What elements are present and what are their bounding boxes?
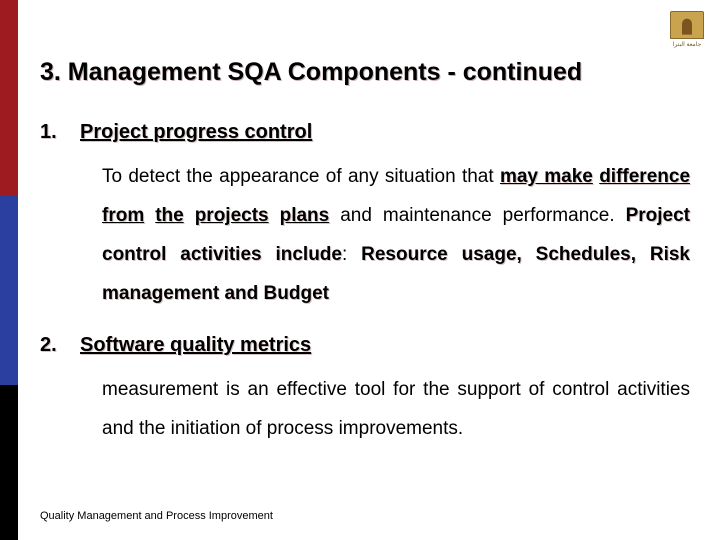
- item-body: To detect the appearance of any situatio…: [80, 158, 690, 314]
- item-number: 1.: [40, 121, 57, 144]
- list-item: 1. Project progress control To detect th…: [40, 121, 690, 314]
- item-body: measurement is an effective tool for the…: [80, 371, 690, 449]
- slide-title: 3. Management SQA Components - continued: [40, 58, 690, 87]
- slide-footer: Quality Management and Process Improveme…: [40, 510, 273, 522]
- topic-list: 1. Project progress control To detect th…: [40, 121, 690, 449]
- slide-content: 3. Management SQA Components - continued…: [40, 58, 690, 469]
- item-heading: Software quality metrics: [80, 334, 690, 357]
- university-logo: جامعة البترا: [664, 6, 710, 52]
- logo-arch-icon: [670, 11, 704, 39]
- list-item: 2. Software quality metrics measurement …: [40, 334, 690, 449]
- item-heading: Project progress control: [80, 121, 690, 144]
- sidebar-stripe-red: [0, 0, 18, 195]
- logo-caption: جامعة البترا: [673, 41, 702, 48]
- item-number: 2.: [40, 334, 57, 357]
